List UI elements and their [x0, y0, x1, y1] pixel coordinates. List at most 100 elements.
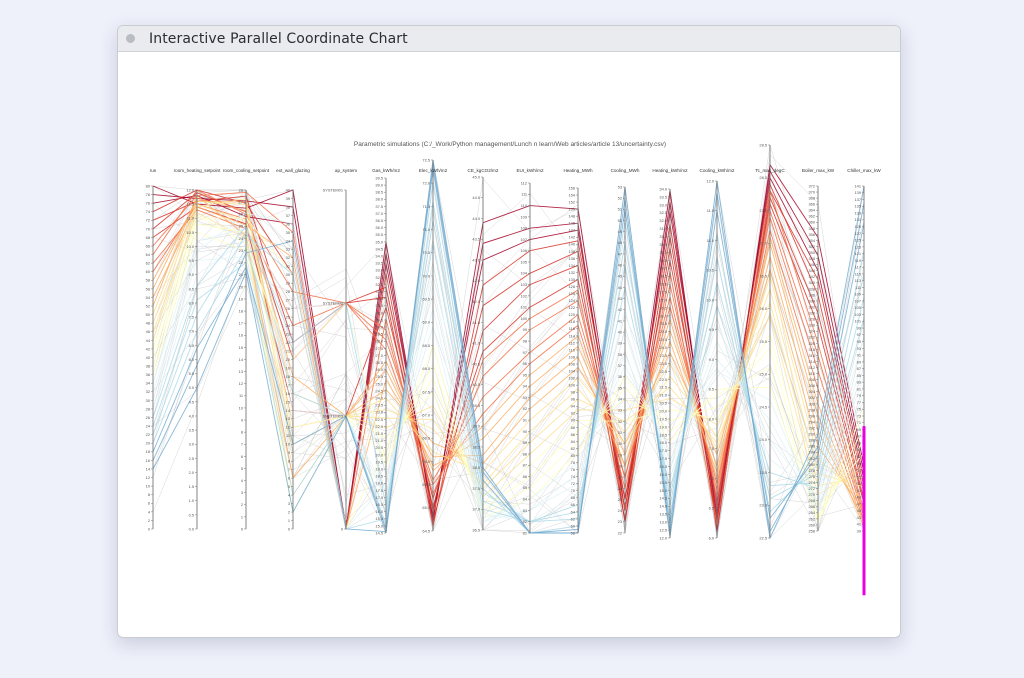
tick-label: 12.0 [659, 535, 667, 540]
tick-label: 0.5 [189, 512, 194, 517]
tick-label: 0.0 [189, 526, 195, 531]
tick-label: 105 [521, 259, 528, 264]
tick-label: 38.5 [472, 444, 480, 449]
tick-label: 66.5 [422, 436, 430, 441]
tick-label: 21.5 [659, 385, 667, 390]
tick-label: 3 [288, 501, 290, 506]
tick-label: 121 [855, 251, 862, 256]
tick-label: 336 [809, 292, 816, 297]
tick-label: 372 [809, 183, 816, 188]
tick-label: 93 [857, 346, 861, 351]
tick-label: 8.0 [189, 300, 195, 305]
tick-label: 31.0 [659, 234, 667, 239]
tick-label: 22.5 [759, 535, 767, 540]
tick-label: 9.5 [189, 258, 194, 263]
tick-label: 36.5 [375, 218, 383, 223]
tick-label: 25 [286, 315, 290, 320]
tick-label: 77 [857, 400, 861, 405]
tick-label: 294 [809, 419, 816, 424]
tick-label: 69.0 [422, 320, 430, 325]
tick-label: 104 [521, 271, 528, 276]
tick-label: 78 [146, 192, 150, 197]
tick-label: 22 [618, 530, 622, 535]
data-line[interactable] [152, 189, 865, 530]
tick-label: 278 [809, 468, 816, 473]
tick-label: 70 [146, 226, 151, 231]
tick-label: 26.0 [659, 313, 667, 318]
tick-label: 262 [809, 516, 816, 521]
parallel-coordinates-chart[interactable]: Parametric simulations (C:/_Work/Python … [0, 0, 1024, 678]
tick-label: 97 [857, 332, 861, 337]
tick-label: 268 [809, 498, 816, 503]
tick-label: 60 [571, 523, 576, 528]
tick-label: 106 [569, 361, 576, 366]
tick-label: 19.0 [659, 424, 667, 429]
tick-label: 10.0 [706, 297, 714, 302]
tick-label: 129 [855, 224, 862, 229]
data-line[interactable] [152, 192, 865, 522]
tick-label: 11.5 [187, 202, 194, 207]
tick-label: 22.0 [375, 424, 383, 429]
tick-label: 18.5 [375, 474, 383, 479]
tick-label: 18.0 [375, 481, 383, 486]
tick-label: 68.0 [422, 366, 430, 371]
tick-label: 34 [286, 238, 291, 243]
tick-label: 12.0 [706, 178, 714, 183]
tick-label: 26.5 [375, 360, 383, 365]
axis-tc-max-degc[interactable]: Tc_max_degC 28.5 28.0 27.5 27.0 26.5 26.0 25.5 2… [755, 142, 785, 540]
tick-label: 41 [857, 522, 861, 527]
context-line [152, 189, 865, 532]
tick-label: SYSTEM03 [323, 413, 343, 418]
axis-room-heating-setpoint[interactable]: room_heating_setpoint 12.0 11.5 11.0 10.5 10.… [174, 168, 221, 531]
tick-label: 65 [857, 440, 861, 445]
tick-label: 16.5 [375, 502, 383, 507]
tick-label: 30 [146, 398, 151, 403]
chart-title: Parametric simulations (C:/_Work/Python … [354, 141, 666, 148]
tick-label: 14 [239, 357, 244, 362]
tick-label: 86 [571, 432, 575, 437]
tick-label: 40 [286, 187, 291, 192]
tick-label: 120 [569, 312, 576, 317]
tick-label: 11 [239, 393, 243, 398]
data-line[interactable] [152, 190, 865, 530]
tick-label: 356 [809, 232, 816, 237]
tick-label: 48 [618, 240, 622, 245]
tick-label: 18 [239, 308, 243, 313]
tick-label: 2 [148, 518, 150, 523]
tick-label: 37.5 [375, 204, 383, 209]
tick-label: 37 [286, 213, 290, 218]
tick-label: 27 [286, 298, 290, 303]
tick-label: 298 [809, 407, 816, 412]
tick-label: 360 [809, 220, 816, 225]
tick-label: 18 [286, 374, 290, 379]
tick-label: 4 [241, 478, 244, 483]
tick-label: 57 [857, 468, 861, 473]
brush-selection[interactable] [862, 426, 866, 596]
tick-label: 43 [618, 296, 622, 301]
tick-label: 10.5 [186, 230, 194, 235]
axis-ap-system[interactable]: ap_system SYSTEM01 SYSTEM02 SYSTEM03 0 [323, 168, 358, 531]
axis-cooling-mwh[interactable]: Cooling_MWh53525150494847464544434241403… [611, 168, 640, 535]
tick-label: 370 [809, 189, 816, 194]
tick-label: 3.0 [189, 442, 195, 447]
tick-label: 15 [286, 399, 290, 404]
tick-label: 37.0 [375, 211, 383, 216]
tick-label: 60 [146, 269, 151, 274]
tick-label: 7.0 [709, 476, 715, 481]
tick-label: 72 [146, 218, 150, 223]
tick-label: 99 [523, 327, 527, 332]
tick-label: 102 [569, 376, 576, 381]
axis-gas-kwh-m2[interactable]: Gas_kWh/m2 39.5 39.0 38.5 38.0 37.5 37.0 36.5 36… [372, 168, 400, 535]
tick-label: 80 [146, 183, 151, 188]
tick-label: 12 [239, 381, 243, 386]
tick-label: 20 [146, 441, 151, 446]
tick-label: 62 [146, 261, 150, 266]
data-line[interactable] [152, 182, 865, 511]
data-line[interactable] [152, 183, 865, 534]
tick-label: 25 [239, 224, 243, 229]
tick-label: 282 [809, 456, 816, 461]
tick-label: 0 [241, 526, 244, 531]
tick-label: 107 [855, 298, 862, 303]
tick-label: 292 [809, 426, 816, 431]
axis-eui-kwh-m2[interactable]: EUI_kWh/m2 112 111 110 109 108 107 106 105 104 103… [516, 168, 544, 535]
